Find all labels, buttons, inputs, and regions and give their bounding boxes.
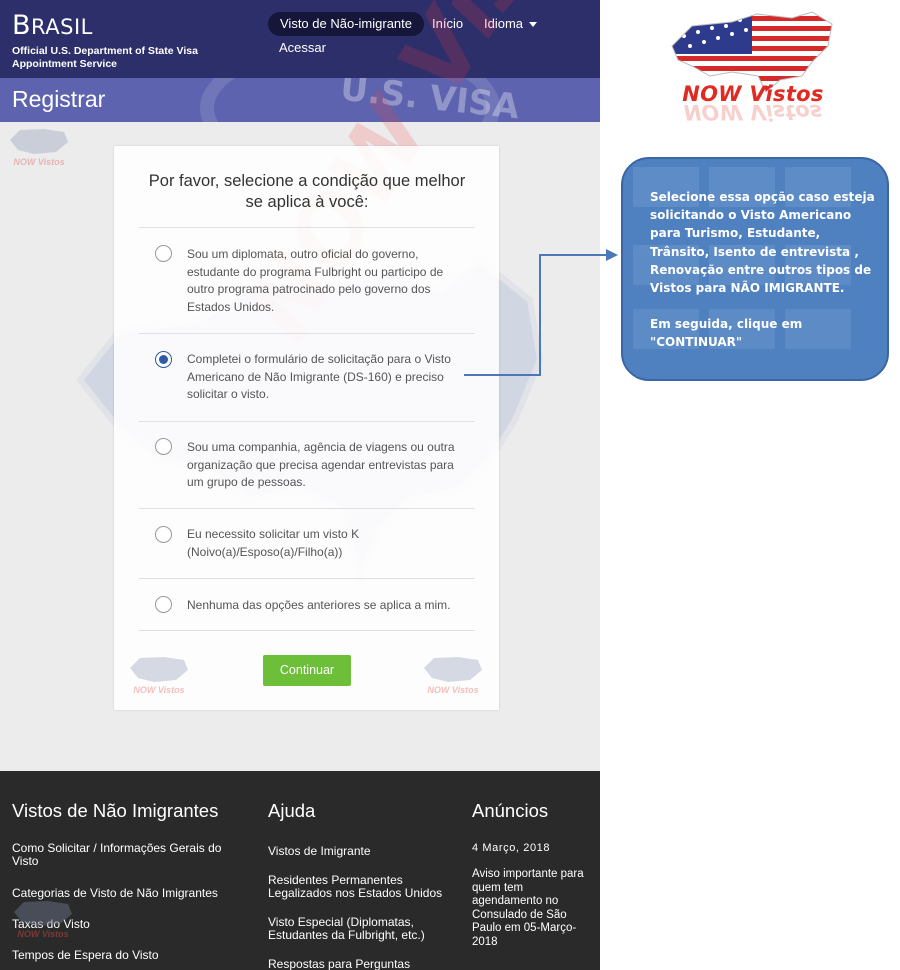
option-label-ds160[interactable]: Completei o formulário de solicitação pa…: [187, 351, 472, 404]
callout-text: Selecione essa opção caso esteja solicit…: [650, 188, 878, 352]
option-radio-diplomat[interactable]: [155, 245, 172, 262]
footer-link[interactable]: Tempos de Espera do Visto: [12, 949, 237, 962]
announcement-date: 4 Março, 2018: [472, 842, 551, 854]
condition-form-card: [114, 146, 499, 710]
divider: [139, 508, 475, 509]
mini-logo-watermark: NOW Vistos: [4, 124, 74, 174]
announcement-link[interactable]: Aviso importante para quem tem agendamen…: [472, 868, 592, 949]
footer-heading-announcements: Anúncios: [472, 800, 549, 821]
option-radio-company[interactable]: [155, 438, 172, 455]
brand-rest: RASIL: [31, 15, 93, 39]
divider: [139, 421, 475, 422]
page-title: Registrar: [12, 86, 106, 112]
option-label-k-visa[interactable]: Eu necessito solicitar um visto K (Noivo…: [187, 526, 472, 561]
footer-heading-help: Ajuda: [268, 800, 316, 821]
footer-link[interactable]: Respostas para Perguntas: [268, 958, 453, 970]
footer-link[interactable]: Residentes Permanentes Legalizados nos E…: [268, 874, 453, 900]
mini-logo-watermark: NOW Vistos: [124, 652, 194, 702]
divider: [139, 227, 475, 228]
logo-text-reflection: NOW Vistos: [683, 100, 823, 124]
divider: [139, 630, 475, 631]
mini-logo-watermark: NOW Vistos: [418, 652, 488, 702]
option-radio-ds160[interactable]: [155, 351, 172, 368]
form-heading: Por favor, selecione a condição que melh…: [148, 172, 466, 211]
site-subtitle: Official U.S. Department of State Visa A…: [12, 45, 198, 70]
visa-site-page: BRASIL Official U.S. Department of State…: [0, 0, 600, 970]
mini-logo-watermark: NOW Vistos: [8, 896, 78, 946]
divider: [139, 578, 475, 579]
mini-logo-text: NOW Vistos: [427, 685, 479, 695]
arrow-head-icon: [606, 249, 618, 261]
brand-initial: B: [12, 10, 32, 41]
mini-logo-text: NOW Vistos: [133, 685, 185, 695]
chevron-down-icon: [529, 22, 538, 28]
option-label-company[interactable]: Sou uma companhia, agência de viagens ou…: [187, 439, 472, 492]
option-label-none[interactable]: Nenhuma das opções anteriores se aplica …: [187, 597, 472, 615]
footer-link[interactable]: Visto Especial (Diplomatas, Estudantes d…: [268, 916, 453, 942]
callout-paragraph-1: Selecione essa opção caso esteja solicit…: [650, 190, 875, 296]
nav-acessar[interactable]: Acessar: [279, 40, 326, 55]
option-radio-k-visa[interactable]: [155, 526, 172, 543]
site-footer: Vistos de Não Imigrantes Como Solicitar …: [0, 771, 600, 970]
site-brand[interactable]: BRASIL: [12, 10, 93, 41]
option-radio-none[interactable]: [155, 596, 172, 613]
footer-link[interactable]: Como Solicitar / Informações Gerais do V…: [12, 842, 237, 868]
footer-heading-nonimmigrant: Vistos de Não Imigrantes: [12, 800, 219, 821]
callout-paragraph-2: Em seguida, clique em "CONTINUAR": [650, 317, 803, 350]
divider: [139, 333, 475, 334]
option-label-diplomat[interactable]: Sou um diplomata, outro oficial do gover…: [187, 246, 472, 316]
footer-link[interactable]: Vistos de Imigrante: [268, 845, 453, 858]
continue-button[interactable]: Continuar: [263, 655, 351, 686]
page-title-bar: U.S. VISA Registrar: [0, 78, 600, 122]
mini-logo-text: NOW Vistos: [17, 929, 69, 939]
mini-logo-text: NOW Vistos: [13, 157, 65, 167]
